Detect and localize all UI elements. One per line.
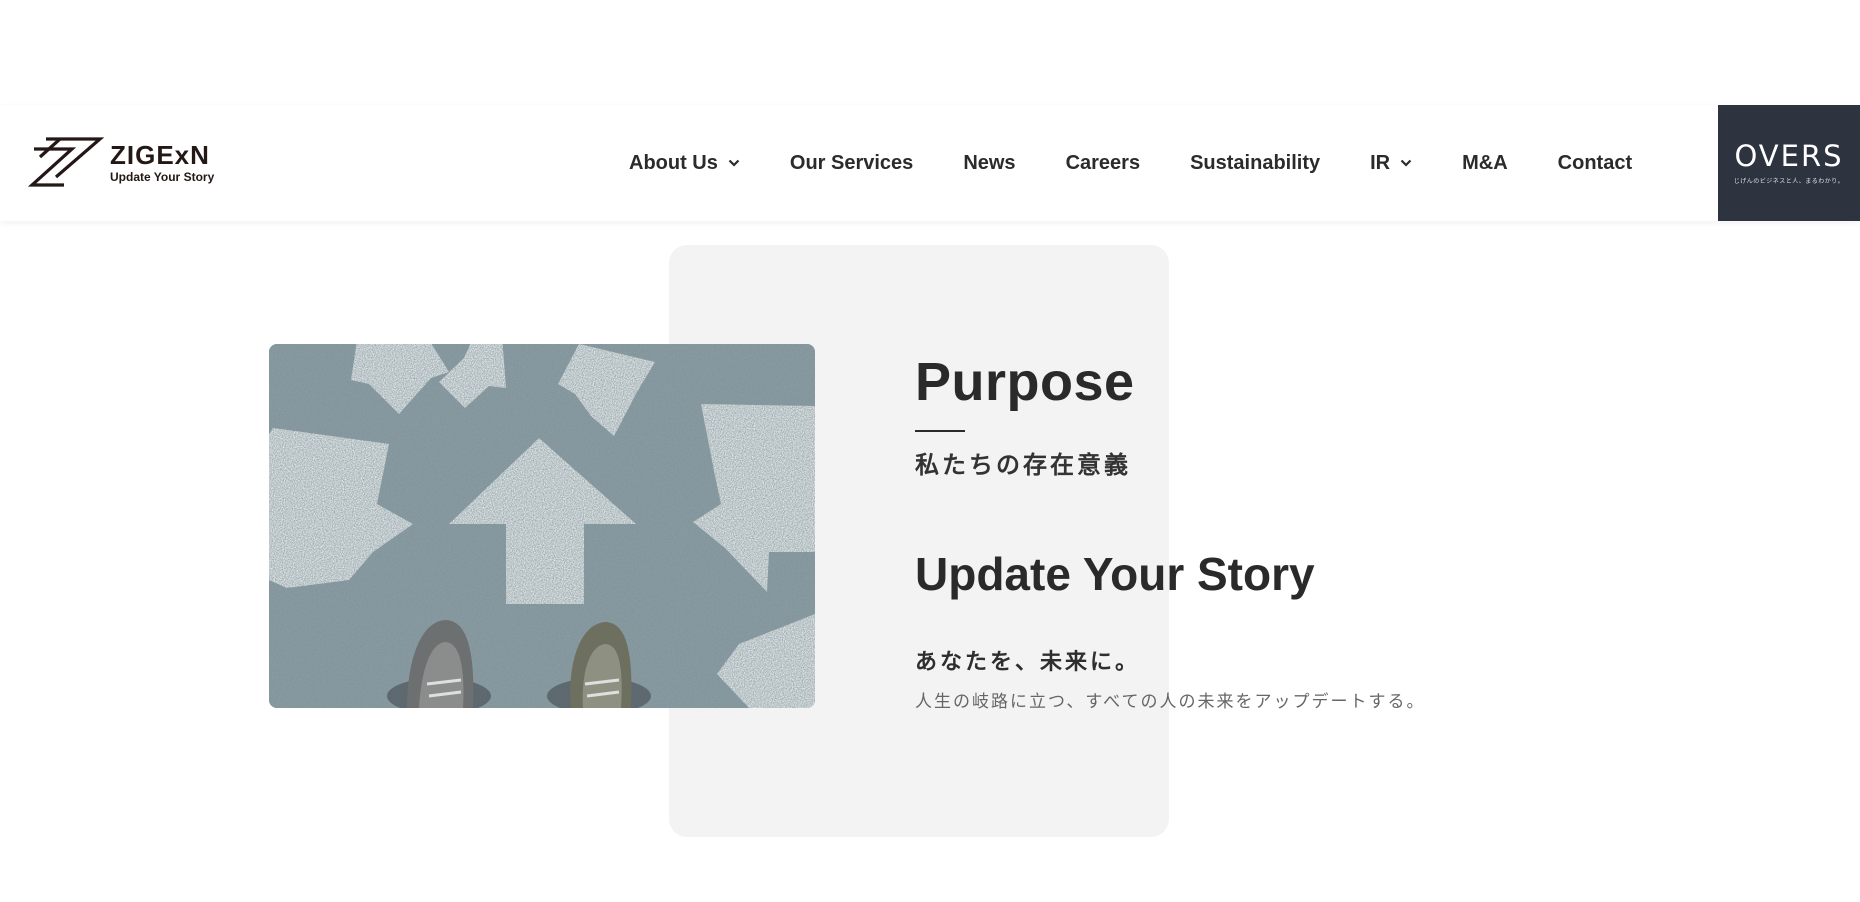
chalk-arrows-feet-image — [269, 344, 815, 708]
nav-item-label: IR — [1370, 151, 1391, 174]
nav-item-news[interactable]: News — [963, 152, 1015, 175]
site-header: ZIGExN Update Your Story About Us Our Se… — [0, 105, 1860, 221]
nav-item-label: Careers — [1065, 151, 1141, 174]
nav-item-sustainability[interactable]: Sustainability — [1190, 152, 1320, 175]
nav-item-label: M&A — [1462, 151, 1508, 174]
nav-item-label: Sustainability — [1190, 151, 1321, 174]
nav-item-label: About Us — [629, 151, 718, 174]
main-nav: About Us Our Services News Careers Susta… — [629, 105, 1632, 221]
overs-subtitle: じげんのビジネスと人、まるわかり。 — [1733, 178, 1845, 185]
purpose-lead: あなたを、未来に。 — [915, 648, 1141, 674]
chevron-down-icon — [1400, 159, 1412, 167]
overs-link-button[interactable]: OVERS じげんのビジネスと人、まるわかり。 — [1718, 105, 1860, 221]
zigexn-logo-mark-icon — [28, 137, 104, 187]
nav-item-our-services[interactable]: Our Services — [790, 152, 913, 175]
purpose-section: Purpose 私たちの存在意義 Update Your Story あなたを、… — [915, 355, 1615, 730]
logo-tagline: Update Your Story — [110, 169, 215, 184]
logo-name: ZIGExN — [110, 139, 210, 170]
nav-item-m-and-a[interactable]: M&A — [1462, 152, 1508, 175]
purpose-photo — [269, 344, 815, 708]
purpose-subtitle: 私たちの存在意義 — [915, 452, 1131, 479]
purpose-title: Purpose — [915, 352, 1135, 412]
chevron-down-icon — [728, 159, 740, 167]
nav-item-about-us[interactable]: About Us — [629, 152, 740, 175]
logo-text: ZIGExN Update Your Story — [110, 142, 214, 183]
zigexn-logo[interactable]: ZIGExN Update Your Story — [28, 134, 228, 190]
nav-item-label: News — [963, 151, 1016, 174]
nav-item-ir[interactable]: IR — [1370, 152, 1412, 175]
purpose-body-text: 人生の岐路に立つ、すべての人の未来をアップデートする。 — [915, 692, 1426, 712]
nav-item-careers[interactable]: Careers — [1066, 152, 1141, 175]
nav-item-label: Contact — [1557, 151, 1633, 174]
nav-item-contact[interactable]: Contact — [1558, 152, 1632, 175]
story-title: Update Your Story — [915, 547, 1315, 600]
nav-item-label: Our Services — [789, 151, 914, 174]
title-divider — [915, 430, 965, 432]
overs-name: OVERS — [1734, 138, 1844, 173]
